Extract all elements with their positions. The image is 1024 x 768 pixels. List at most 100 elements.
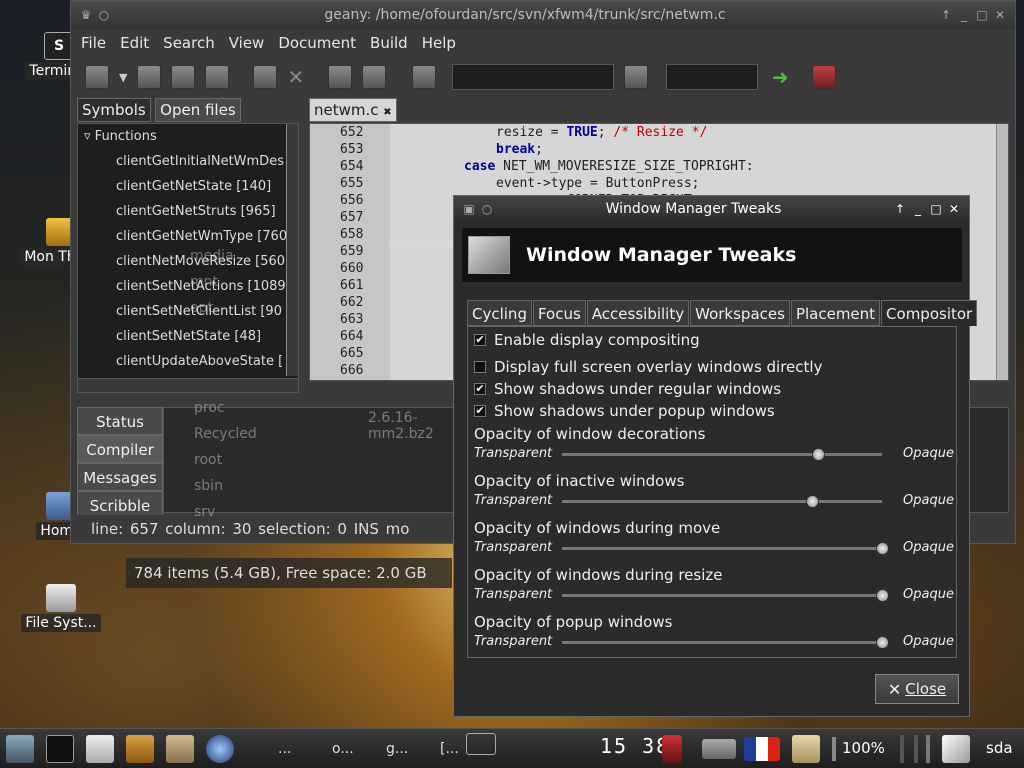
task-geany[interactable]: g... <box>356 734 408 764</box>
menu-build[interactable]: Build <box>370 34 408 52</box>
menu-document[interactable]: Document <box>278 34 356 52</box>
ghost-folder: srv <box>194 504 216 520</box>
checkbox[interactable]: ✔ <box>474 405 486 417</box>
checkbox-shadows-popup[interactable]: ✔ Show shadows under popup windows <box>474 401 775 421</box>
chevron-down-icon[interactable]: ▼ <box>119 71 127 84</box>
line-number: 656 <box>340 193 364 208</box>
goto-line-input[interactable] <box>666 64 759 90</box>
task-label: o... <box>332 741 354 757</box>
dialog-title: Window Manager Tweaks <box>605 201 782 217</box>
tab-cycling[interactable]: Cycling <box>467 300 532 326</box>
slider-track[interactable] <box>562 636 889 649</box>
color-chooser-icon[interactable] <box>412 65 437 89</box>
ghost-folder: root <box>194 452 223 468</box>
stick-icon[interactable]: ○ <box>478 202 496 216</box>
tab-placement[interactable]: Placement <box>790 300 881 326</box>
symbol-item[interactable]: clientGetNetStruts [965] <box>78 199 298 224</box>
task-label: ... <box>278 741 292 757</box>
mount-icon[interactable] <box>942 735 970 763</box>
find-icon[interactable] <box>624 65 649 89</box>
checkbox[interactable] <box>474 361 486 373</box>
text-editor-launcher-icon[interactable] <box>86 735 114 763</box>
web-browser-launcher-icon[interactable] <box>206 735 234 763</box>
mail-launcher-icon[interactable] <box>166 735 194 763</box>
menu-view[interactable]: View <box>229 34 265 52</box>
minimize-icon[interactable]: _ <box>955 8 973 22</box>
menu-edit[interactable]: Edit <box>120 34 149 52</box>
menu-file[interactable]: File <box>81 34 106 52</box>
keyboard-layout-flag-icon[interactable] <box>744 737 780 761</box>
show-desktop-icon[interactable] <box>466 733 496 755</box>
minimize-icon[interactable]: _ <box>909 202 927 216</box>
tab-workspaces[interactable]: Workspaces <box>690 300 790 326</box>
build-icon[interactable] <box>362 65 387 89</box>
tab-netwm-c[interactable]: netwm.c ✖ <box>309 98 397 122</box>
network-icon[interactable] <box>702 739 736 759</box>
open-file-icon[interactable] <box>137 65 162 89</box>
slider-track[interactable] <box>562 589 889 602</box>
revert-icon[interactable] <box>253 65 278 89</box>
checkbox-shadows-regular[interactable]: ✔ Show shadows under regular windows <box>474 379 781 399</box>
expander-icon[interactable]: ▿ <box>84 129 91 144</box>
menu-help[interactable]: Help <box>422 34 456 52</box>
clock[interactable]: 15 38 <box>600 734 670 758</box>
close-file-icon[interactable]: ✕ <box>287 65 304 89</box>
tab-compositor[interactable]: Compositor <box>881 300 978 326</box>
xfce-menu-icon[interactable] <box>6 735 34 763</box>
close-button[interactable]: ✕ Close <box>875 674 959 704</box>
terminal-launcher-icon[interactable] <box>46 735 74 763</box>
code-token: ; <box>535 142 543 157</box>
code-token: TRUE <box>566 125 598 140</box>
dialog-titlebar[interactable]: ▣ ○ Window Manager Tweaks ↑ _ □ ✕ <box>454 196 969 222</box>
menu-search[interactable]: Search <box>163 34 215 52</box>
tab-accessibility[interactable]: Accessibility <box>586 300 690 326</box>
save-all-icon[interactable] <box>205 65 230 89</box>
task-other[interactable]: [... <box>410 734 462 764</box>
task-wm-tweaks[interactable]: ... <box>248 734 300 764</box>
stick-icon[interactable]: ○ <box>95 8 113 22</box>
new-file-icon[interactable] <box>85 65 109 89</box>
window-title: geany: /home/ofourdan/src/svn/xfwm4/trun… <box>324 7 726 23</box>
slider-knob[interactable] <box>876 589 889 602</box>
slider-knob[interactable] <box>876 542 889 555</box>
shade-icon[interactable]: ↑ <box>937 8 955 22</box>
symbol-item[interactable]: clientGetNetState [140] <box>78 174 298 199</box>
symbols-group-functions[interactable]: ▿ Functions <box>78 124 298 149</box>
checkbox-enable-compositing[interactable]: ✔ Enable display compositing <box>474 330 700 350</box>
tab-close-icon[interactable]: ✖ <box>383 107 391 118</box>
compile-icon[interactable] <box>328 65 353 89</box>
slider-track[interactable] <box>562 495 882 508</box>
volume-level[interactable]: 100% <box>842 739 885 757</box>
shade-icon[interactable]: ↑ <box>891 202 909 216</box>
task-file-manager[interactable]: o... <box>302 734 354 764</box>
clipboard-icon[interactable] <box>792 735 820 763</box>
tab-focus[interactable]: Focus <box>532 300 586 326</box>
close-icon[interactable]: ✕ <box>945 202 963 216</box>
code-line: 653 break; <box>310 141 1008 158</box>
checkbox-fullscreen-overlay[interactable]: Display full screen overlay windows dire… <box>474 357 822 377</box>
symbol-item[interactable]: clientGetInitialNetWmDes <box>78 149 298 174</box>
tab-symbols[interactable]: Symbols <box>77 98 151 122</box>
editor-scrollbar[interactable] <box>996 124 1008 380</box>
maximize-icon[interactable]: □ <box>927 202 945 216</box>
slider-track[interactable] <box>562 542 889 555</box>
slider-knob[interactable] <box>876 636 889 649</box>
quit-icon[interactable] <box>812 65 837 89</box>
geany-titlebar[interactable]: ♛ ○ geany: /home/ofourdan/src/svn/xfwm4/… <box>71 1 1015 29</box>
maximize-icon[interactable]: □ <box>973 8 991 22</box>
search-input[interactable] <box>452 64 615 90</box>
tab-open-files[interactable]: Open files <box>155 98 241 122</box>
slider-knob[interactable] <box>812 448 825 461</box>
checkbox[interactable]: ✔ <box>474 334 486 346</box>
slider-knob[interactable] <box>805 495 819 508</box>
save-icon[interactable] <box>171 65 196 89</box>
desktop-icon-file-system[interactable]: File Syst... <box>18 584 104 632</box>
file-manager-launcher-icon[interactable] <box>126 735 154 763</box>
checkbox[interactable]: ✔ <box>474 383 486 395</box>
goto-line-icon[interactable]: ➜ <box>768 65 792 89</box>
slider-track[interactable] <box>562 448 882 461</box>
slider-max-label: Opaque <box>903 587 954 602</box>
task-label: g... <box>386 741 409 757</box>
close-icon[interactable]: ✕ <box>991 8 1009 22</box>
clock-tray-icon[interactable] <box>662 735 682 763</box>
